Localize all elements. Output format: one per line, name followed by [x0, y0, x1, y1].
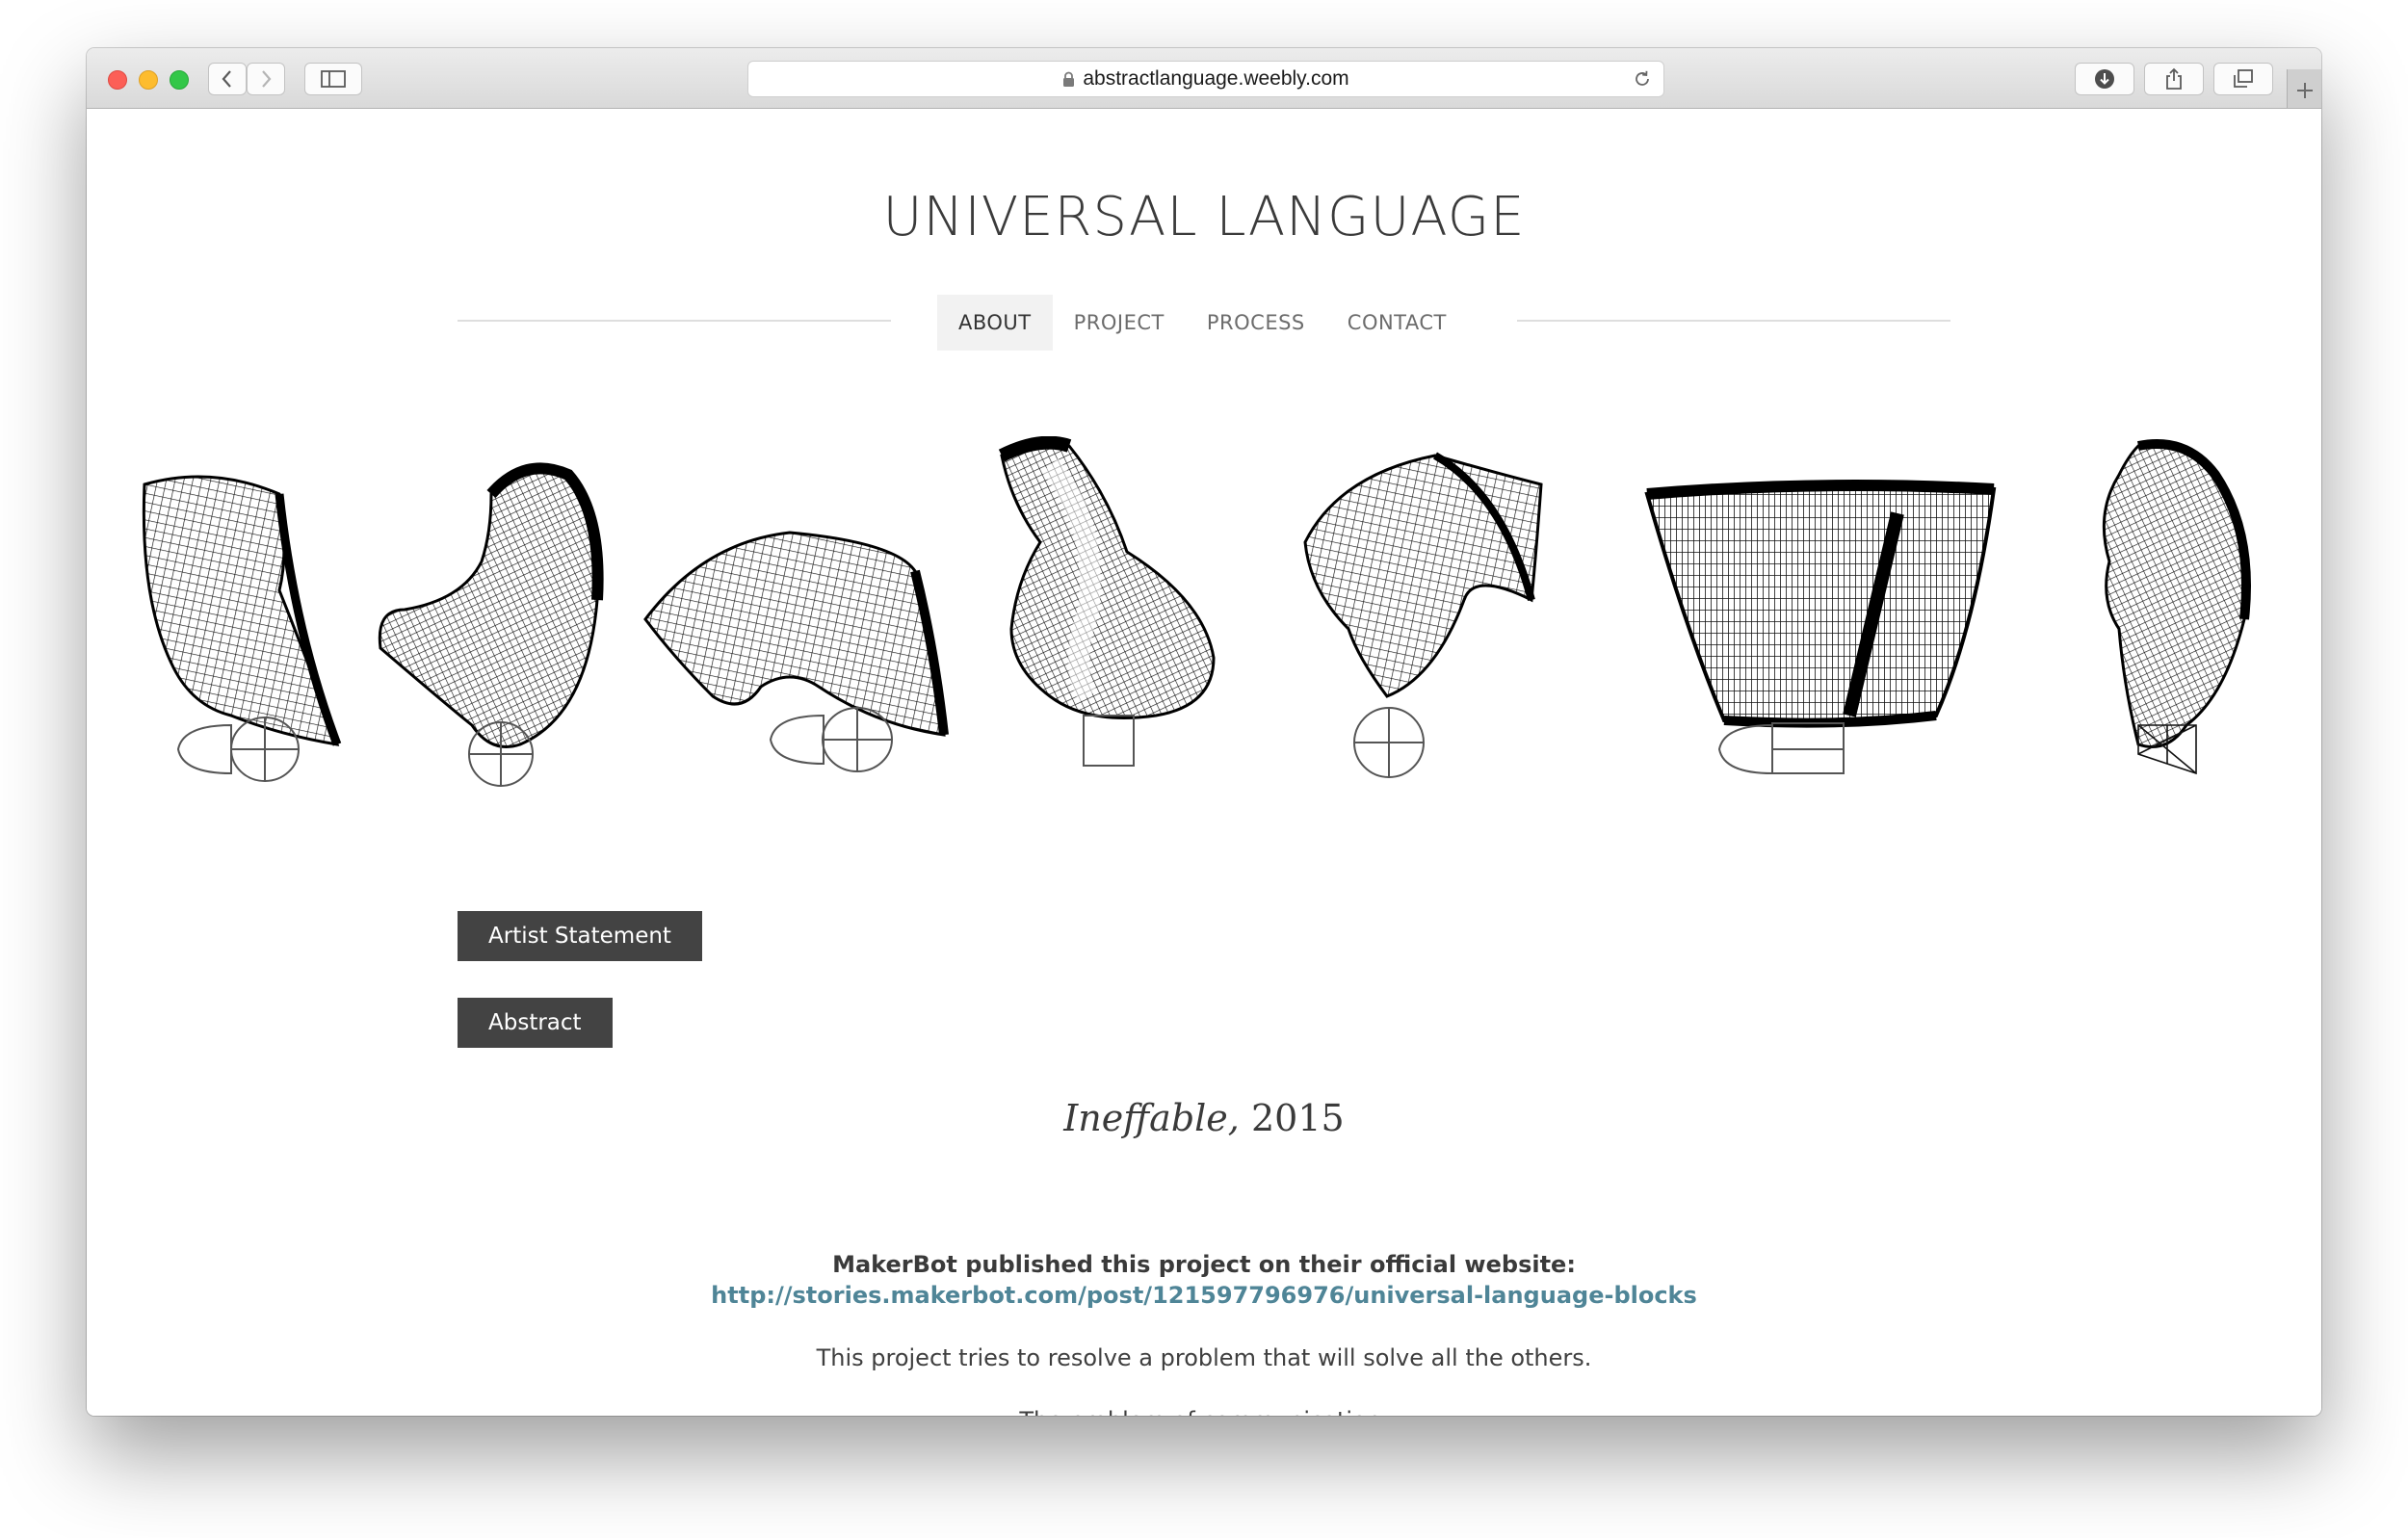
download-icon: [2095, 69, 2114, 89]
sidebar-icon: [321, 70, 346, 88]
wireframe-sculpture-6: [1644, 480, 1997, 775]
zoom-window-button[interactable]: [170, 70, 189, 90]
wireframe-sculpture-1: [142, 475, 342, 782]
makerbot-link[interactable]: http://stories.makerbot.com/post/1215977…: [87, 1282, 2321, 1309]
minimize-window-button[interactable]: [139, 70, 158, 90]
problem-paragraph: The problem of communication.: [87, 1407, 2321, 1416]
wireframe-sculpture-3: [643, 531, 949, 772]
reload-icon[interactable]: [1633, 69, 1652, 89]
wireframe-sculpture-7: [2102, 439, 2251, 775]
wireframe-sculpture-5: [1303, 452, 1543, 778]
work-title: Ineffable, 2015: [87, 1097, 2321, 1139]
nav-divider-right: [1517, 320, 1950, 322]
share-icon: [2166, 67, 2182, 90]
intro-paragraph: This project tries to resolve a problem …: [816, 1344, 1592, 1371]
sculpture-banner-image: [142, 436, 2251, 787]
browser-window: abstractlanguage.weebly.com UNIVERSAL LA…: [87, 48, 2321, 1416]
back-button[interactable]: [208, 63, 247, 95]
makerbot-heading: MakerBot published this project on their…: [832, 1251, 1576, 1278]
wireframe-sculpture-4: [998, 436, 1216, 767]
abstract-button[interactable]: Abstract: [458, 998, 613, 1048]
nav-item-about[interactable]: ABOUT: [937, 295, 1053, 351]
nav-item-contact[interactable]: CONTACT: [1326, 295, 1468, 351]
browser-toolbar: abstractlanguage.weebly.com: [87, 48, 2321, 109]
main-nav: ABOUT PROJECT PROCESS CONTACT: [937, 295, 1468, 351]
nav-divider-left: [458, 320, 891, 322]
site-title[interactable]: UNIVERSAL LANGUAGE: [87, 186, 2321, 248]
work-title-name: Ineffable,: [1063, 1097, 1240, 1139]
nav-item-process[interactable]: PROCESS: [1186, 295, 1326, 351]
tabs-overview-button[interactable]: [2213, 63, 2273, 95]
close-window-button[interactable]: [108, 70, 127, 90]
downloads-button[interactable]: [2075, 63, 2134, 95]
forward-button[interactable]: [247, 63, 285, 95]
tabs-icon: [2234, 69, 2253, 88]
artist-statement-button[interactable]: Artist Statement: [458, 911, 702, 961]
chevron-left-icon: [222, 70, 231, 88]
share-button[interactable]: [2144, 63, 2204, 95]
work-title-year: 2015: [1250, 1097, 1345, 1139]
lock-icon: [1063, 71, 1075, 87]
plus-icon: [2297, 83, 2313, 98]
wireframe-sculpture-2: [378, 462, 604, 787]
web-page: UNIVERSAL LANGUAGE ABOUT PROJECT PROCESS…: [87, 109, 2321, 1416]
chevron-right-icon: [262, 70, 272, 88]
address-bar[interactable]: abstractlanguage.weebly.com: [747, 61, 1664, 97]
sidebar-button[interactable]: [304, 63, 362, 95]
url-text: abstractlanguage.weebly.com: [1083, 67, 1349, 90]
nav-item-project[interactable]: PROJECT: [1053, 295, 1186, 351]
new-tab-button[interactable]: [2287, 69, 2321, 108]
